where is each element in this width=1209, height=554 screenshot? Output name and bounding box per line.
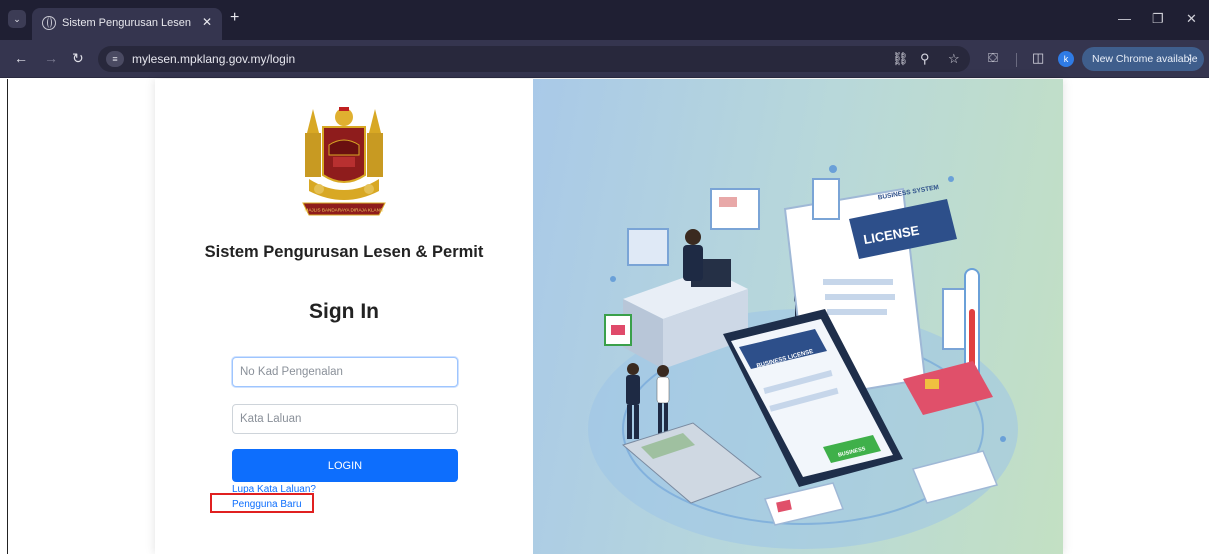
window-close-icon[interactable]: ✕ <box>1186 11 1197 27</box>
password-key-icon[interactable]: ⛓ <box>892 51 909 67</box>
password-input[interactable] <box>232 404 458 434</box>
illustration-panel: LICENSE BUSINESS SYSTEM BUSINESS LICENSE… <box>533 79 1063 554</box>
login-card: MAJLIS BANDARAYA DIRAJA KLANG Sistem Pen… <box>155 79 1063 554</box>
new-chrome-available-button[interactable]: New Chrome available ⋮ <box>1082 47 1204 71</box>
globe-icon <box>42 16 56 30</box>
browser-toolbar: ← → ↻ ≡ mylesen.mpklang.gov.my/login ⛓ ⚲… <box>0 40 1209 78</box>
browser-tab-bar: ⌄ Sistem Pengurusan Lesen & Per ✕ + — ❐ … <box>0 0 1209 40</box>
illustration-business-system-text: BUSINESS SYSTEM <box>877 184 939 202</box>
page-viewport: MAJLIS BANDARAYA DIRAJA KLANG Sistem Pen… <box>7 79 1209 554</box>
zoom-icon[interactable]: ⚲ <box>920 51 930 67</box>
reload-icon[interactable]: ↻ <box>72 50 84 67</box>
login-panel: MAJLIS BANDARAYA DIRAJA KLANG Sistem Pen… <box>155 79 533 554</box>
extensions-icon[interactable]: ⛋ <box>988 50 998 66</box>
tab-title: Sistem Pengurusan Lesen & Per <box>62 17 192 29</box>
site-info-icon[interactable]: ≡ <box>106 51 124 67</box>
minimize-icon[interactable]: — <box>1118 11 1131 26</box>
back-icon[interactable]: ← <box>14 50 28 66</box>
tab-search-icon[interactable]: ⌄ <box>8 10 26 28</box>
toolbar-divider <box>1016 53 1017 67</box>
council-crest-logo: MAJLIS BANDARAYA DIRAJA KLANG <box>302 107 386 216</box>
highlight-box <box>210 493 314 513</box>
forward-icon[interactable]: → <box>44 50 58 66</box>
new-tab-icon[interactable]: + <box>230 9 239 27</box>
logo-banner-text: MAJLIS BANDARAYA DIRAJA KLANG <box>305 208 384 213</box>
bookmark-star-icon[interactable]: ☆ <box>948 51 960 67</box>
browser-tab[interactable]: Sistem Pengurusan Lesen & Per ✕ <box>32 8 222 40</box>
profile-avatar[interactable]: k <box>1058 51 1074 67</box>
sign-in-heading: Sign In <box>309 300 379 323</box>
restore-icon[interactable]: ❐ <box>1152 11 1164 27</box>
url-text[interactable]: mylesen.mpklang.gov.my/login <box>132 52 295 66</box>
more-menu-icon[interactable]: ⋮ <box>1184 47 1196 71</box>
ic-number-input[interactable] <box>232 357 458 387</box>
new-chrome-label: New Chrome available <box>1092 53 1198 65</box>
app-title: Sistem Pengurusan Lesen & Permit <box>204 243 484 261</box>
login-button[interactable]: LOGIN <box>232 449 458 482</box>
side-panel-icon[interactable]: ◫ <box>1032 50 1044 66</box>
close-icon[interactable]: ✕ <box>202 15 212 29</box>
address-bar[interactable]: ≡ mylesen.mpklang.gov.my/login ⛓ ⚲ ☆ <box>98 46 970 72</box>
business-license-illustration: LICENSE BUSINESS SYSTEM BUSINESS LICENSE… <box>588 165 1018 549</box>
